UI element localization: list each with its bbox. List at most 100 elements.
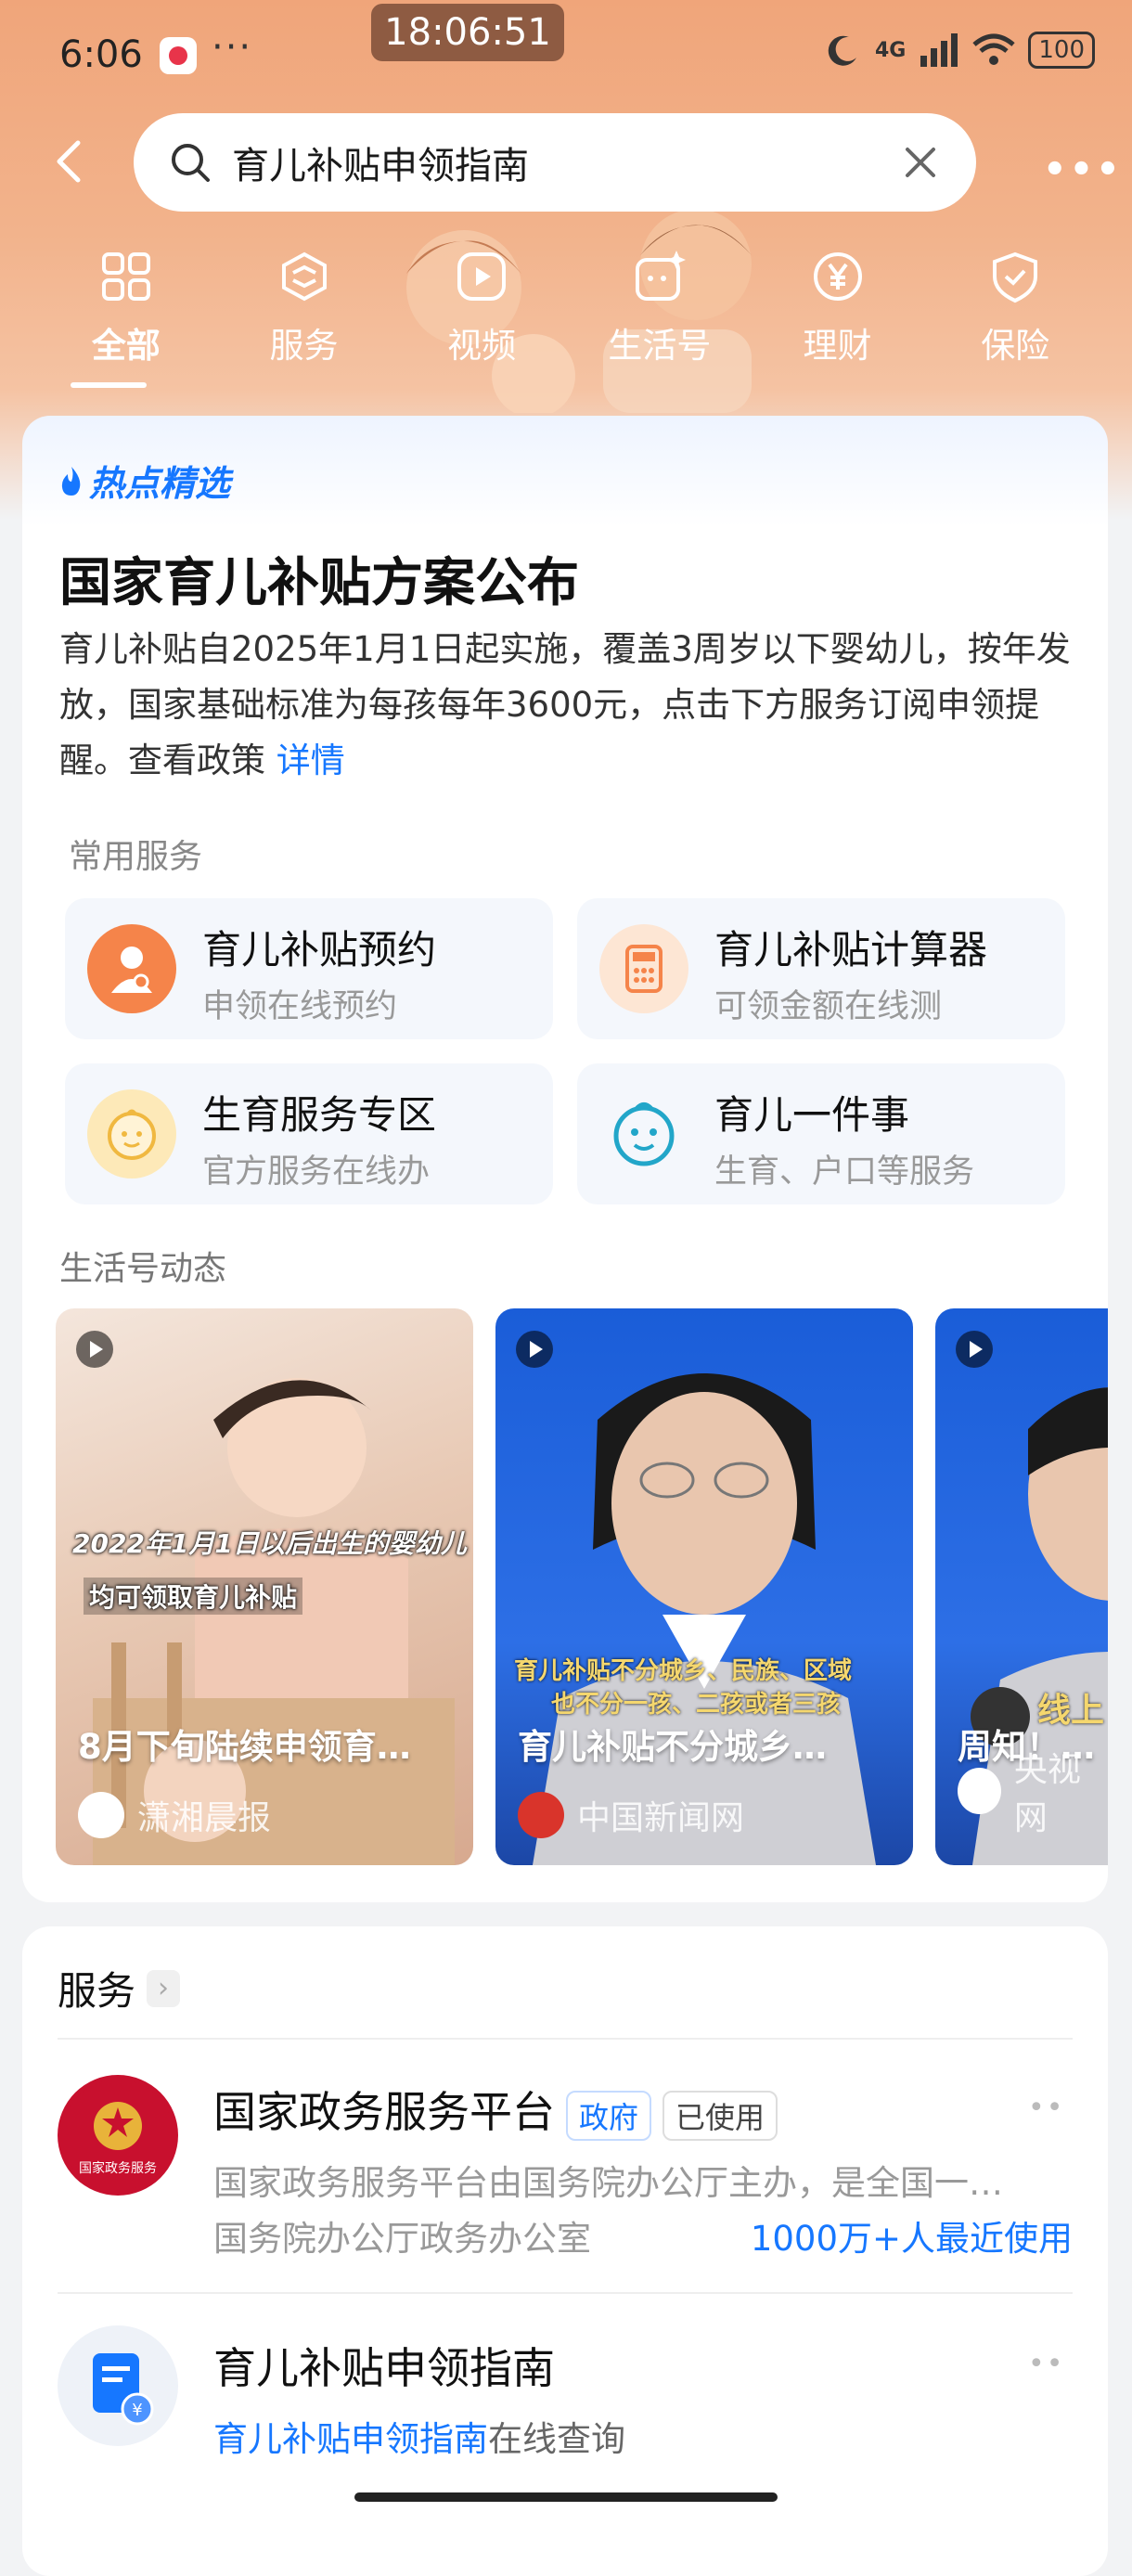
tab-label: 视频 <box>447 326 517 366</box>
service-item-title[interactable]: 国家政务服务平台 政府 已使用 <box>213 2079 778 2141</box>
service-item-title[interactable]: 育儿补贴申领指南 <box>213 2335 555 2396</box>
video-card[interactable]: 线上 周知！线… 央视网 <box>935 1308 1108 1865</box>
service-maternity-zone[interactable]: 生育服务专区 官方服务在线办 <box>65 1063 553 1204</box>
wifi-icon <box>972 33 1015 65</box>
cube-icon <box>281 251 327 302</box>
shield-icon <box>993 251 1038 303</box>
video-caption: 均可领取育儿补贴 <box>84 1578 303 1615</box>
logo-text: 国家政务服务 <box>79 2161 157 2176</box>
status-more: ··· <box>212 26 253 69</box>
item-more-icon[interactable]: •• <box>1028 2092 1064 2124</box>
search-bar[interactable]: 育儿补贴申领指南 <box>134 113 976 212</box>
desc-rest: 在线查询 <box>488 2419 625 2459</box>
play-icon <box>457 252 507 301</box>
tab-label: 全部 <box>91 326 161 366</box>
source-avatar <box>518 1792 564 1838</box>
category-tabs: 全部 服务 视频 生活号 理财 保险 <box>37 249 1104 397</box>
service-childcare-one-thing[interactable]: 育儿一件事 生育、户口等服务 <box>577 1063 1065 1204</box>
service-subtitle: 生育、户口等服务 <box>714 1153 975 1191</box>
battery-indicator: 100 <box>1028 32 1095 69</box>
service-title: 育儿一件事 <box>714 1092 910 1138</box>
play-icon <box>516 1331 553 1368</box>
sparkle-icon <box>635 251 686 301</box>
yuan-icon <box>813 252 862 301</box>
video-source: 中国新闻网 <box>518 1791 744 1839</box>
tab-label: 理财 <box>803 326 872 366</box>
svg-text:¥: ¥ <box>132 2401 142 2420</box>
details-link[interactable]: 详情 <box>277 741 345 780</box>
grid-icon <box>101 252 150 301</box>
divider <box>58 2038 1073 2040</box>
tab-life-account[interactable]: 生活号 <box>571 249 749 397</box>
status-right: 4G 100 <box>825 32 1095 69</box>
back-arrow-icon[interactable] <box>48 139 93 184</box>
service-item-usage: 1000万+人最近使用 <box>750 2219 1073 2259</box>
hot-title[interactable]: 国家育儿补贴方案公布 <box>59 541 579 616</box>
source-name: 中国新闻网 <box>577 1799 745 1837</box>
baby-icon <box>87 924 176 1013</box>
service-item-org: 国务院办公厅政务办公室 <box>213 2219 591 2259</box>
service-subtitle: 官方服务在线办 <box>202 1153 431 1191</box>
status-time: 6:06 <box>59 33 143 76</box>
network-label: 4G <box>874 38 907 62</box>
video-card[interactable]: 育儿补贴不分城乡、民族、区域 也不分一孩、二孩或者三孩 育儿补贴不分城乡… 中国… <box>495 1308 913 1865</box>
tab-label: 保险 <box>981 326 1050 366</box>
item-more-icon[interactable]: •• <box>1028 2348 1064 2380</box>
video-title: 8月下旬陆续申领育… <box>78 1727 411 1767</box>
signal-icon <box>920 33 958 67</box>
service-title: 育儿补贴预约 <box>202 927 437 972</box>
play-icon <box>956 1331 993 1368</box>
clock-overlay: 18:06:51 <box>371 4 564 61</box>
gov-emblem-logo[interactable]: 国家政务服务 <box>58 2075 178 2196</box>
source-avatar <box>78 1792 124 1838</box>
common-services-label: 常用服务 <box>69 838 203 876</box>
document-yuan-icon[interactable]: ¥ <box>58 2325 178 2446</box>
service-subsidy-calculator[interactable]: 育儿补贴计算器 可领金额在线测 <box>577 898 1065 1039</box>
smile-face-icon <box>599 1089 688 1179</box>
services-header[interactable]: 服务 › <box>58 1960 181 2016</box>
service-subtitle: 申领在线预约 <box>202 988 398 1025</box>
service-subtitle: 可领金额在线测 <box>714 988 943 1025</box>
video-title: 育儿补贴不分城乡… <box>518 1727 827 1767</box>
play-icon <box>76 1331 113 1368</box>
flame-icon <box>61 466 81 496</box>
active-tab-indicator <box>71 382 147 388</box>
video-source: 央视网 <box>958 1743 1108 1839</box>
tab-insurance[interactable]: 保险 <box>926 249 1104 397</box>
desc-link[interactable]: 育儿补贴申领指南 <box>213 2419 488 2459</box>
baby-face-icon <box>87 1089 176 1179</box>
source-name: 潇湘晨报 <box>137 1799 272 1837</box>
service-childcare-booking[interactable]: 育儿补贴预约 申领在线预约 <box>65 898 553 1039</box>
feed-label: 生活号动态 <box>59 1250 227 1288</box>
tab-label: 生活号 <box>608 326 712 366</box>
service-item-desc: 国家政务服务平台由国务院办公厅主办，是全国一… <box>213 2163 1003 2203</box>
divider <box>58 2292 1073 2294</box>
video-card[interactable]: 2022年1月1日以后出生的婴幼儿 均可领取育儿补贴 8月下旬陆续申领育… 潇湘… <box>56 1308 473 1865</box>
tab-label: 服务 <box>269 326 339 366</box>
tab-finance[interactable]: 理财 <box>749 249 927 397</box>
calculator-icon <box>599 924 688 1013</box>
service-title: 生育服务专区 <box>202 1092 437 1138</box>
chevron-right-icon: › <box>147 1969 181 2007</box>
service-item-desc: 育儿补贴申领指南在线查询 <box>213 2411 625 2461</box>
service-name: 国家政务服务平台 <box>213 2087 555 2137</box>
app-notification-icon <box>160 37 197 74</box>
video-source: 潇湘晨报 <box>78 1791 271 1839</box>
source-avatar <box>958 1768 1001 1814</box>
tab-all[interactable]: 全部 <box>37 249 215 397</box>
video-caption: 2022年1月1日以后出生的婴幼儿 <box>72 1528 467 1559</box>
hot-topic-card: 热点精选 国家育儿补贴方案公布 育儿补贴自2025年1月1日起实施，覆盖3周岁以… <box>22 416 1108 1902</box>
moon-icon <box>828 35 856 66</box>
gov-badge: 政府 <box>566 2090 652 2141</box>
hot-description: 育儿补贴自2025年1月1日起实施，覆盖3周岁以下婴幼儿，按年发放，国家基础标准… <box>59 622 1071 789</box>
status-bar: 6:06 ··· 4G 100 <box>0 0 1132 102</box>
video-caption: 也不分一孩、二孩或者三孩 <box>551 1691 842 1719</box>
tab-video[interactable]: 视频 <box>392 249 571 397</box>
more-menu-button[interactable]: ••• <box>1043 148 1123 191</box>
home-indicator[interactable] <box>354 2492 778 2502</box>
used-badge: 已使用 <box>662 2090 778 2141</box>
tab-services[interactable]: 服务 <box>215 249 393 397</box>
clear-icon[interactable] <box>902 144 939 181</box>
search-input[interactable]: 育儿补贴申领指南 <box>232 135 902 189</box>
hot-desc-text: 育儿补贴自2025年1月1日起实施，覆盖3周岁以下婴幼儿，按年发放，国家基础标准… <box>59 629 1071 780</box>
